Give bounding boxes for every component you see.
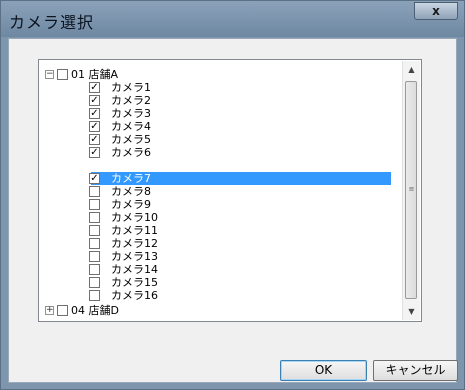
store-d-label: 04 店舗D bbox=[71, 304, 119, 317]
camera-3-checkbox[interactable]: ✓ bbox=[89, 108, 100, 119]
camera-12-label: カメラ12 bbox=[111, 237, 158, 250]
camera-6-checkbox[interactable]: ✓ bbox=[89, 147, 100, 158]
camera-13-checkbox[interactable] bbox=[89, 251, 100, 262]
camera-4-checkbox[interactable]: ✓ bbox=[89, 121, 100, 132]
scroll-grip-icon: ≡ bbox=[408, 185, 415, 193]
camera-6-label: カメラ6 bbox=[111, 146, 151, 159]
camera-2-checkbox[interactable]: ✓ bbox=[89, 95, 100, 106]
scroll-up-icon[interactable]: ▲ bbox=[403, 61, 420, 78]
camera-16-label: カメラ16 bbox=[111, 289, 158, 302]
dialog-title: カメラ選択 bbox=[9, 13, 95, 32]
close-button[interactable]: x bbox=[414, 2, 458, 20]
scroll-down-icon[interactable]: ▼ bbox=[403, 303, 420, 320]
ok-button[interactable]: OK bbox=[280, 360, 367, 381]
camera-select-dialog: カメラ選択 x − 01 店舗A ✓ カメラ1 ✓ カメラ2 ✓ カメラ3 ✓ … bbox=[0, 0, 465, 390]
camera-15-checkbox[interactable] bbox=[89, 277, 100, 288]
store-d-checkbox[interactable] bbox=[57, 305, 68, 316]
camera-2-label: カメラ2 bbox=[111, 94, 151, 107]
store-a-checkbox[interactable] bbox=[57, 69, 68, 80]
camera-tree: − 01 店舗A ✓ カメラ1 ✓ カメラ2 ✓ カメラ3 ✓ カメラ4 ✓ カ… bbox=[38, 59, 422, 322]
scroll-thumb[interactable]: ≡ bbox=[405, 81, 417, 299]
camera-14-label: カメラ14 bbox=[111, 263, 158, 276]
camera-5-label: カメラ5 bbox=[111, 133, 151, 146]
camera-14-checkbox[interactable] bbox=[89, 264, 100, 275]
title-bar[interactable]: カメラ選択 x bbox=[1, 1, 464, 37]
vertical-scrollbar[interactable]: ▲ ≡ ▼ bbox=[402, 61, 420, 320]
collapse-icon[interactable]: − bbox=[45, 70, 54, 79]
camera-7-checkbox[interactable]: ✓ bbox=[89, 173, 100, 184]
camera-12-checkbox[interactable] bbox=[89, 238, 100, 249]
camera-8-checkbox[interactable] bbox=[89, 186, 100, 197]
camera-8-label: カメラ8 bbox=[111, 185, 151, 198]
camera-1-checkbox[interactable]: ✓ bbox=[89, 82, 100, 93]
camera-10-checkbox[interactable] bbox=[89, 212, 100, 223]
camera-10-label: カメラ10 bbox=[111, 211, 158, 224]
camera-11-checkbox[interactable] bbox=[89, 225, 100, 236]
camera-3-label: カメラ3 bbox=[111, 107, 151, 120]
store-a-label: 01 店舗A bbox=[71, 68, 119, 81]
camera-15-label: カメラ15 bbox=[111, 276, 158, 289]
camera-13-label: カメラ13 bbox=[111, 250, 158, 263]
cancel-button[interactable]: キャンセル bbox=[373, 360, 458, 381]
camera-11-label: カメラ11 bbox=[111, 224, 158, 237]
camera-5-checkbox[interactable]: ✓ bbox=[89, 134, 100, 145]
camera-1-label: カメラ1 bbox=[111, 81, 151, 94]
camera-4-label: カメラ4 bbox=[111, 120, 151, 133]
camera-9-label: カメラ9 bbox=[111, 198, 151, 211]
camera-7-label: カメラ7 bbox=[111, 172, 151, 185]
camera-9-checkbox[interactable] bbox=[89, 199, 100, 210]
expand-icon[interactable]: + bbox=[45, 306, 54, 315]
camera-16-checkbox[interactable] bbox=[89, 290, 100, 301]
dialog-body: − 01 店舗A ✓ カメラ1 ✓ カメラ2 ✓ カメラ3 ✓ カメラ4 ✓ カ… bbox=[8, 38, 458, 383]
